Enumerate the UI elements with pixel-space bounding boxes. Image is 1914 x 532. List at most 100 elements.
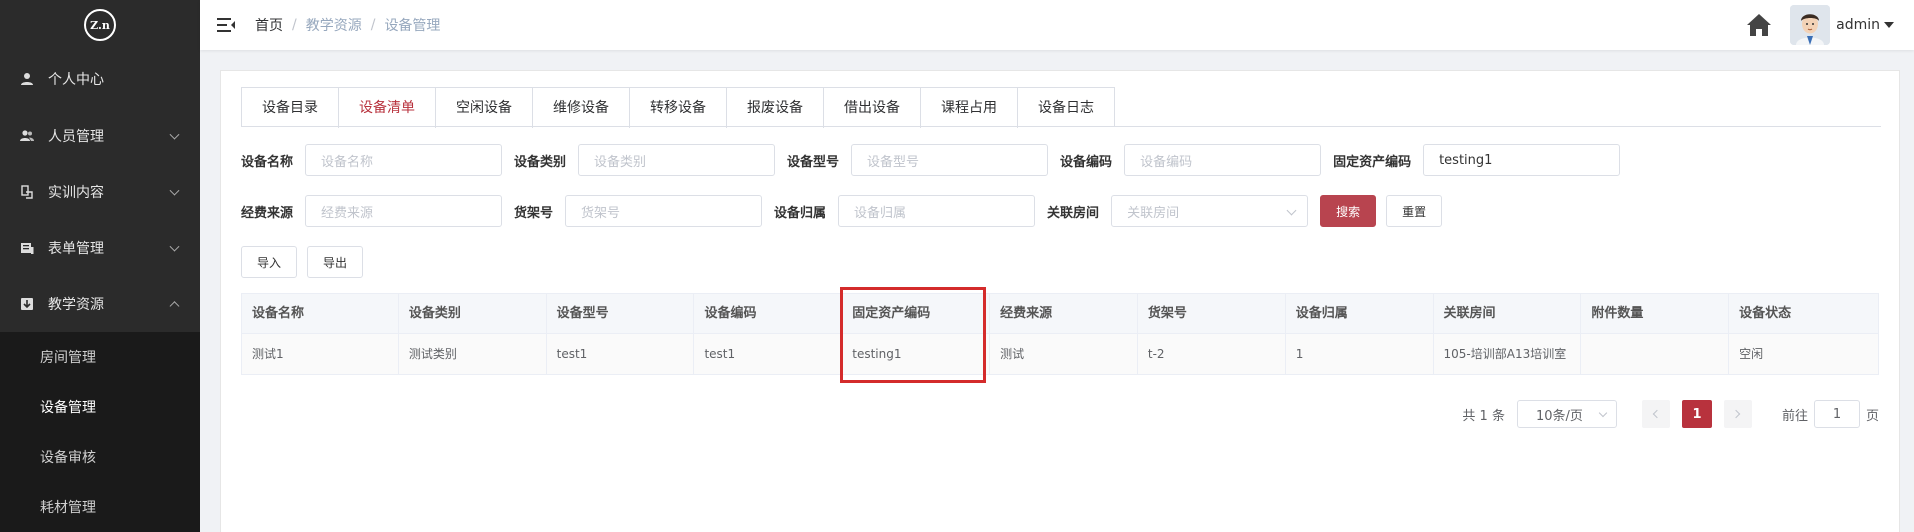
prev-page-button[interactable] [1641, 400, 1670, 428]
sidebar-subitem-device-management[interactable]: 设备管理 [0, 382, 200, 432]
search-button[interactable]: 搜索 [1320, 195, 1377, 227]
sidebar-item-label: 教学资源 [48, 297, 104, 313]
column-header: 经费来源 [990, 294, 1138, 334]
owner-label: 设备归属 [774, 205, 827, 221]
chevron-right-icon [1732, 409, 1741, 419]
sidebar-item-personnel[interactable]: 人员管理 [0, 108, 200, 164]
sidebar: Z.n 个人中心 人员管理 实训内容 表单管理 教学资源 房间管理 设备管理 设… [0, 0, 200, 532]
breadcrumb-device-management: 设备管理 [384, 18, 441, 34]
table-cell: test1 [694, 334, 843, 374]
tab-repair-devices[interactable]: 维修设备 [533, 88, 630, 128]
device-code-input[interactable]: 设备编码 [1124, 144, 1322, 176]
form-icon [20, 241, 34, 255]
sidebar-item-label: 人员管理 [48, 129, 104, 145]
sidebar-item-personal-center[interactable]: 个人中心 [0, 50, 200, 108]
users-icon [20, 129, 34, 143]
sidebar-item-teaching-resources[interactable]: 教学资源 [0, 276, 200, 332]
page-size-value: 10条/页 [1535, 408, 1583, 424]
owner-input[interactable]: 设备归属 [838, 195, 1036, 227]
breadcrumb-teaching-resources: 教学资源 [305, 18, 362, 34]
home-icon[interactable] [1746, 13, 1772, 37]
table-row[interactable]: 测试1 测试类别 test1 test1 testing1 测试 t-2 1 1… [242, 334, 1878, 374]
asset-code-label: 固定资产编码 [1333, 154, 1412, 170]
sidebar-subitem-label: 房间管理 [40, 350, 96, 366]
goto-label: 前往 [1781, 408, 1808, 424]
book-icon [20, 185, 34, 199]
tab-idle-devices[interactable]: 空闲设备 [436, 88, 533, 128]
sidebar-item-label: 实训内容 [48, 185, 104, 201]
table-cell: 测试 [990, 334, 1138, 374]
table-cell: t-2 [1138, 334, 1286, 374]
device-name-input[interactable]: 设备名称 [305, 144, 503, 176]
device-code-label: 设备编码 [1060, 154, 1113, 170]
menu-toggle-icon[interactable] [217, 18, 235, 32]
tab-device-log[interactable]: 设备日志 [1018, 88, 1114, 128]
tab-transfer-devices[interactable]: 转移设备 [630, 88, 727, 128]
table-cell: 空闲 [1739, 347, 1764, 361]
device-type-label: 设备类别 [514, 154, 567, 170]
filter-row-1: 设备名称 设备名称 设备类别 设备类别 设备型号 设备型号 设备编码 设备编码 … [241, 144, 1632, 176]
fund-source-input[interactable]: 经费来源 [305, 195, 503, 227]
chevron-down-icon [169, 185, 180, 196]
tab-device-catalog[interactable]: 设备目录 [242, 88, 339, 128]
pagination-total: 共 1 条 [1462, 408, 1505, 424]
table-cell: testing1 [842, 334, 991, 374]
chevron-down-icon [169, 241, 180, 252]
reset-button[interactable]: 重置 [1386, 195, 1443, 227]
next-page-button[interactable] [1723, 400, 1752, 428]
logo-icon: Z.n [84, 9, 116, 41]
action-row: 导入 导出 [241, 246, 363, 278]
tab-lent-devices[interactable]: 借出设备 [824, 88, 921, 128]
sidebar-item-form-management[interactable]: 表单管理 [0, 220, 200, 276]
tab-device-list[interactable]: 设备清单 [339, 88, 436, 128]
column-header: 设备类别 [399, 294, 547, 334]
column-header: 设备名称 [242, 294, 399, 334]
device-model-input[interactable]: 设备型号 [851, 144, 1049, 176]
export-button[interactable]: 导出 [307, 246, 363, 278]
column-header: 设备归属 [1286, 294, 1434, 334]
breadcrumb: 首页 / 教学资源 / 设备管理 [255, 15, 440, 35]
device-model-label: 设备型号 [787, 154, 840, 170]
sidebar-subitem-device-review[interactable]: 设备审核 [0, 432, 200, 482]
sidebar-item-label: 表单管理 [48, 241, 104, 257]
page-jumper: 前往 1 页 [1782, 400, 1879, 428]
sidebar-subitem-label: 设备审核 [40, 450, 96, 466]
table-cell: 测试1 [242, 334, 399, 374]
column-header: 设备状态 [1739, 306, 1792, 321]
goto-page-input[interactable]: 1 [1813, 400, 1860, 428]
device-type-input[interactable]: 设备类别 [578, 144, 776, 176]
column-header: 货架号 [1138, 294, 1286, 334]
table-cell: 测试类别 [399, 334, 547, 374]
sidebar-subitem-room-management[interactable]: 房间管理 [0, 332, 200, 382]
page-size-select[interactable]: 10条/页 [1516, 400, 1617, 428]
asset-code-input[interactable]: testing1 [1423, 144, 1621, 176]
room-select[interactable]: 关联房间 [1111, 195, 1309, 227]
import-button[interactable]: 导入 [241, 246, 297, 278]
shelf-no-input[interactable]: 货架号 [565, 195, 763, 227]
sidebar-subitem-consumables[interactable]: 耗材管理 [0, 482, 200, 532]
goto-suffix: 页 [1865, 408, 1879, 424]
username[interactable]: admin [1836, 17, 1880, 33]
caret-down-icon[interactable] [1884, 22, 1894, 28]
tab-course-occupancy[interactable]: 课程占用 [921, 88, 1018, 128]
sidebar-item-label: 个人中心 [48, 72, 104, 88]
user-icon [20, 72, 34, 86]
logo: Z.n [0, 0, 200, 50]
room-label: 关联房间 [1047, 205, 1100, 221]
sidebar-item-training-content[interactable]: 实训内容 [0, 164, 200, 220]
main-card: 设备目录 设备清单 空闲设备 维修设备 转移设备 报废设备 借出设备 课程占用 … [220, 70, 1900, 532]
column-header: 固定资产编码 [842, 294, 991, 334]
page-number-current[interactable]: 1 [1681, 400, 1712, 428]
chevron-up-icon [169, 301, 180, 312]
breadcrumb-separator: / [292, 17, 297, 33]
column-header: 设备型号 [547, 294, 695, 334]
breadcrumb-home[interactable]: 首页 [255, 15, 283, 35]
tab-scrapped-devices[interactable]: 报废设备 [727, 88, 824, 128]
filter-row-2: 经费来源 经费来源 货架号 货架号 设备归属 设备归属 关联房间 关联房间 搜索… [241, 195, 1443, 227]
table-cell: test1 [547, 334, 695, 374]
submenu-teaching-resources: 房间管理 设备管理 设备审核 耗材管理 [0, 332, 200, 532]
avatar[interactable] [1790, 5, 1831, 45]
chevron-down-icon [1598, 408, 1608, 418]
column-header: 附件数量 [1581, 294, 1730, 334]
chevron-down-icon [169, 129, 180, 140]
